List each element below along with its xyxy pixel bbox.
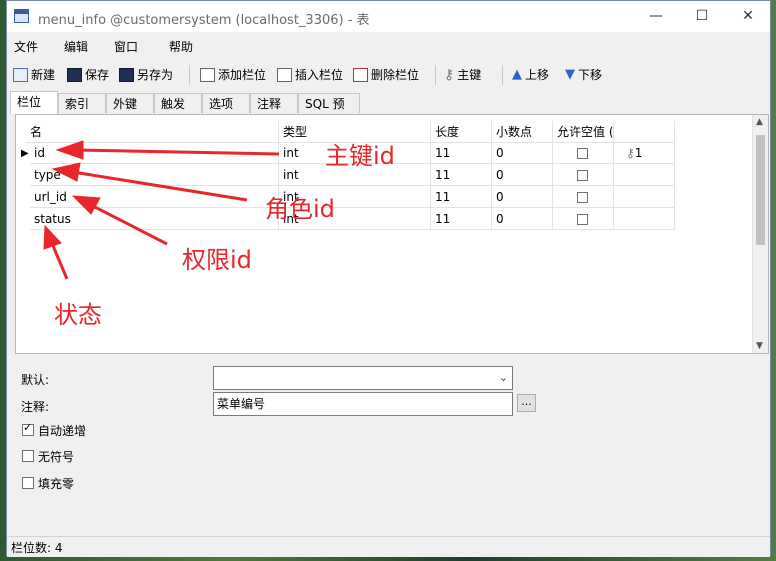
default-select[interactable]: ⌄ [213,366,513,390]
annotation-status: 状态 [54,301,102,329]
unsigned-label: 无符号 [38,450,75,464]
arrow-status [49,240,69,280]
arrow-permission [90,203,168,246]
annotation-role-id: 角色id [265,195,335,223]
zerofill-checkbox[interactable] [22,477,34,489]
arrowhead-permission [71,195,101,215]
checkmark-icon: ✓ [23,421,33,434]
chevron-down-icon: ⌄ [498,371,508,384]
annotation-permission-id: 权限id [182,246,252,274]
annotation-primary-key-id: 主键id [325,142,395,170]
unsigned-checkbox[interactable] [22,450,34,462]
field-count: 栏位数: 4 [11,541,63,555]
arrowhead-role [51,162,81,182]
status-bar: 栏位数: 4 [7,536,770,557]
comment-label: 注释: [21,400,50,414]
arrowhead-primary-key [55,140,84,160]
auto-increment-checkbox[interactable]: ✓ [22,421,34,436]
auto-increment-label: 自动递增 [38,424,87,438]
default-label: 默认: [21,373,50,387]
table-designer-window: menu_info @customersystem (localhost_330… [6,0,771,557]
comment-edit-button[interactable]: ... [517,394,536,412]
arrow-role [72,170,248,202]
comment-input[interactable]: 菜单编号 [213,392,513,416]
arrowhead-status [43,224,62,250]
annotation-arrows [43,140,280,280]
arrow-primary-key [76,148,280,156]
zerofill-label: 填充零 [38,477,75,491]
